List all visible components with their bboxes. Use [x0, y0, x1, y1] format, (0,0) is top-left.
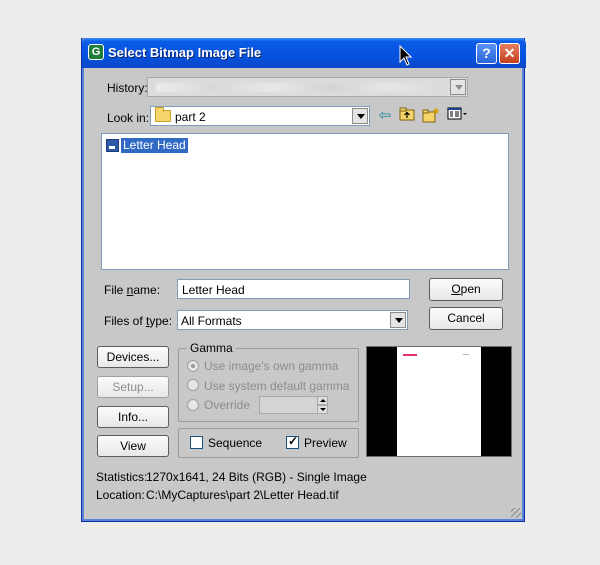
history-label: History: [107, 81, 148, 95]
gamma-default-label: Use system default gamma [204, 379, 350, 393]
lookin-label: Look in: [107, 111, 150, 125]
lookin-value: part 2 [175, 110, 206, 124]
preview-page-thumbnail [397, 347, 481, 456]
help-button[interactable]: ? [476, 43, 497, 64]
image-preview [366, 346, 512, 457]
chevron-down-icon[interactable] [450, 79, 466, 95]
sequence-label: Sequence [208, 436, 263, 450]
gamma-spinner-arrows[interactable] [317, 396, 328, 414]
dialog-title: Select Bitmap Image File [108, 45, 262, 60]
history-value-blurred [156, 83, 446, 92]
back-arrow-icon[interactable]: ⇦ [376, 107, 394, 125]
devices-button[interactable]: Devices... [97, 346, 169, 368]
filename-input[interactable]: Letter Head [177, 279, 410, 299]
app-icon: G [88, 44, 104, 60]
file-list[interactable]: Letter Head [101, 133, 509, 270]
gamma-override-radio[interactable] [187, 399, 199, 411]
statistics-label: Statistics: [96, 470, 148, 484]
setup-button[interactable]: Setup... [97, 376, 169, 398]
spin-up-icon[interactable] [317, 396, 328, 405]
chevron-down-icon[interactable] [352, 108, 368, 124]
gamma-own-radio[interactable] [187, 360, 199, 372]
preview-mark [403, 354, 417, 356]
filetype-value: All Formats [181, 314, 242, 328]
gamma-override-label: Override [204, 398, 251, 412]
filetype-label: Files of type: [104, 314, 173, 328]
filename-label: File name: [104, 283, 161, 297]
gamma-title: Gamma [187, 341, 236, 355]
preview-label: Preview [304, 436, 347, 450]
gamma-default-radio[interactable] [187, 379, 199, 391]
location-label: Location: [96, 488, 145, 502]
cancel-button[interactable]: Cancel [429, 307, 503, 330]
gamma-own-label: Use image's own gamma [204, 359, 339, 373]
title-bar[interactable]: G Select Bitmap Image File ? ✕ [82, 38, 526, 68]
view-menu-icon[interactable] [446, 107, 470, 125]
preview-mark [463, 354, 469, 355]
open-button[interactable]: Open [429, 278, 503, 301]
statistics-value: 1270x1641, 24 Bits (RGB) - Single Image [146, 470, 367, 484]
folder-icon [155, 107, 171, 122]
image-file-icon [106, 139, 119, 152]
view-button[interactable]: View [97, 435, 169, 457]
filetype-dropdown[interactable]: All Formats [177, 310, 408, 330]
spin-down-icon[interactable] [317, 405, 328, 414]
sequence-checkbox[interactable] [190, 436, 203, 449]
info-button[interactable]: Info... [97, 406, 169, 428]
file-item-label: Letter Head [121, 138, 188, 153]
close-button[interactable]: ✕ [499, 43, 520, 64]
chevron-down-icon[interactable] [390, 312, 406, 328]
location-value: C:\MyCaptures\part 2\Letter Head.tif [146, 488, 339, 502]
new-folder-icon[interactable] [422, 107, 440, 125]
select-bitmap-dialog: G Select Bitmap Image File ? ✕ History: … [81, 38, 526, 522]
cursor-icon [399, 45, 413, 66]
preview-checkbox[interactable]: ✓ [286, 434, 299, 449]
resize-grip-icon[interactable] [511, 508, 521, 518]
history-dropdown[interactable] [147, 77, 468, 97]
lookin-dropdown[interactable]: part 2 [150, 106, 370, 126]
up-folder-icon[interactable] [398, 107, 416, 125]
checkmark-icon: ✓ [288, 434, 299, 448]
